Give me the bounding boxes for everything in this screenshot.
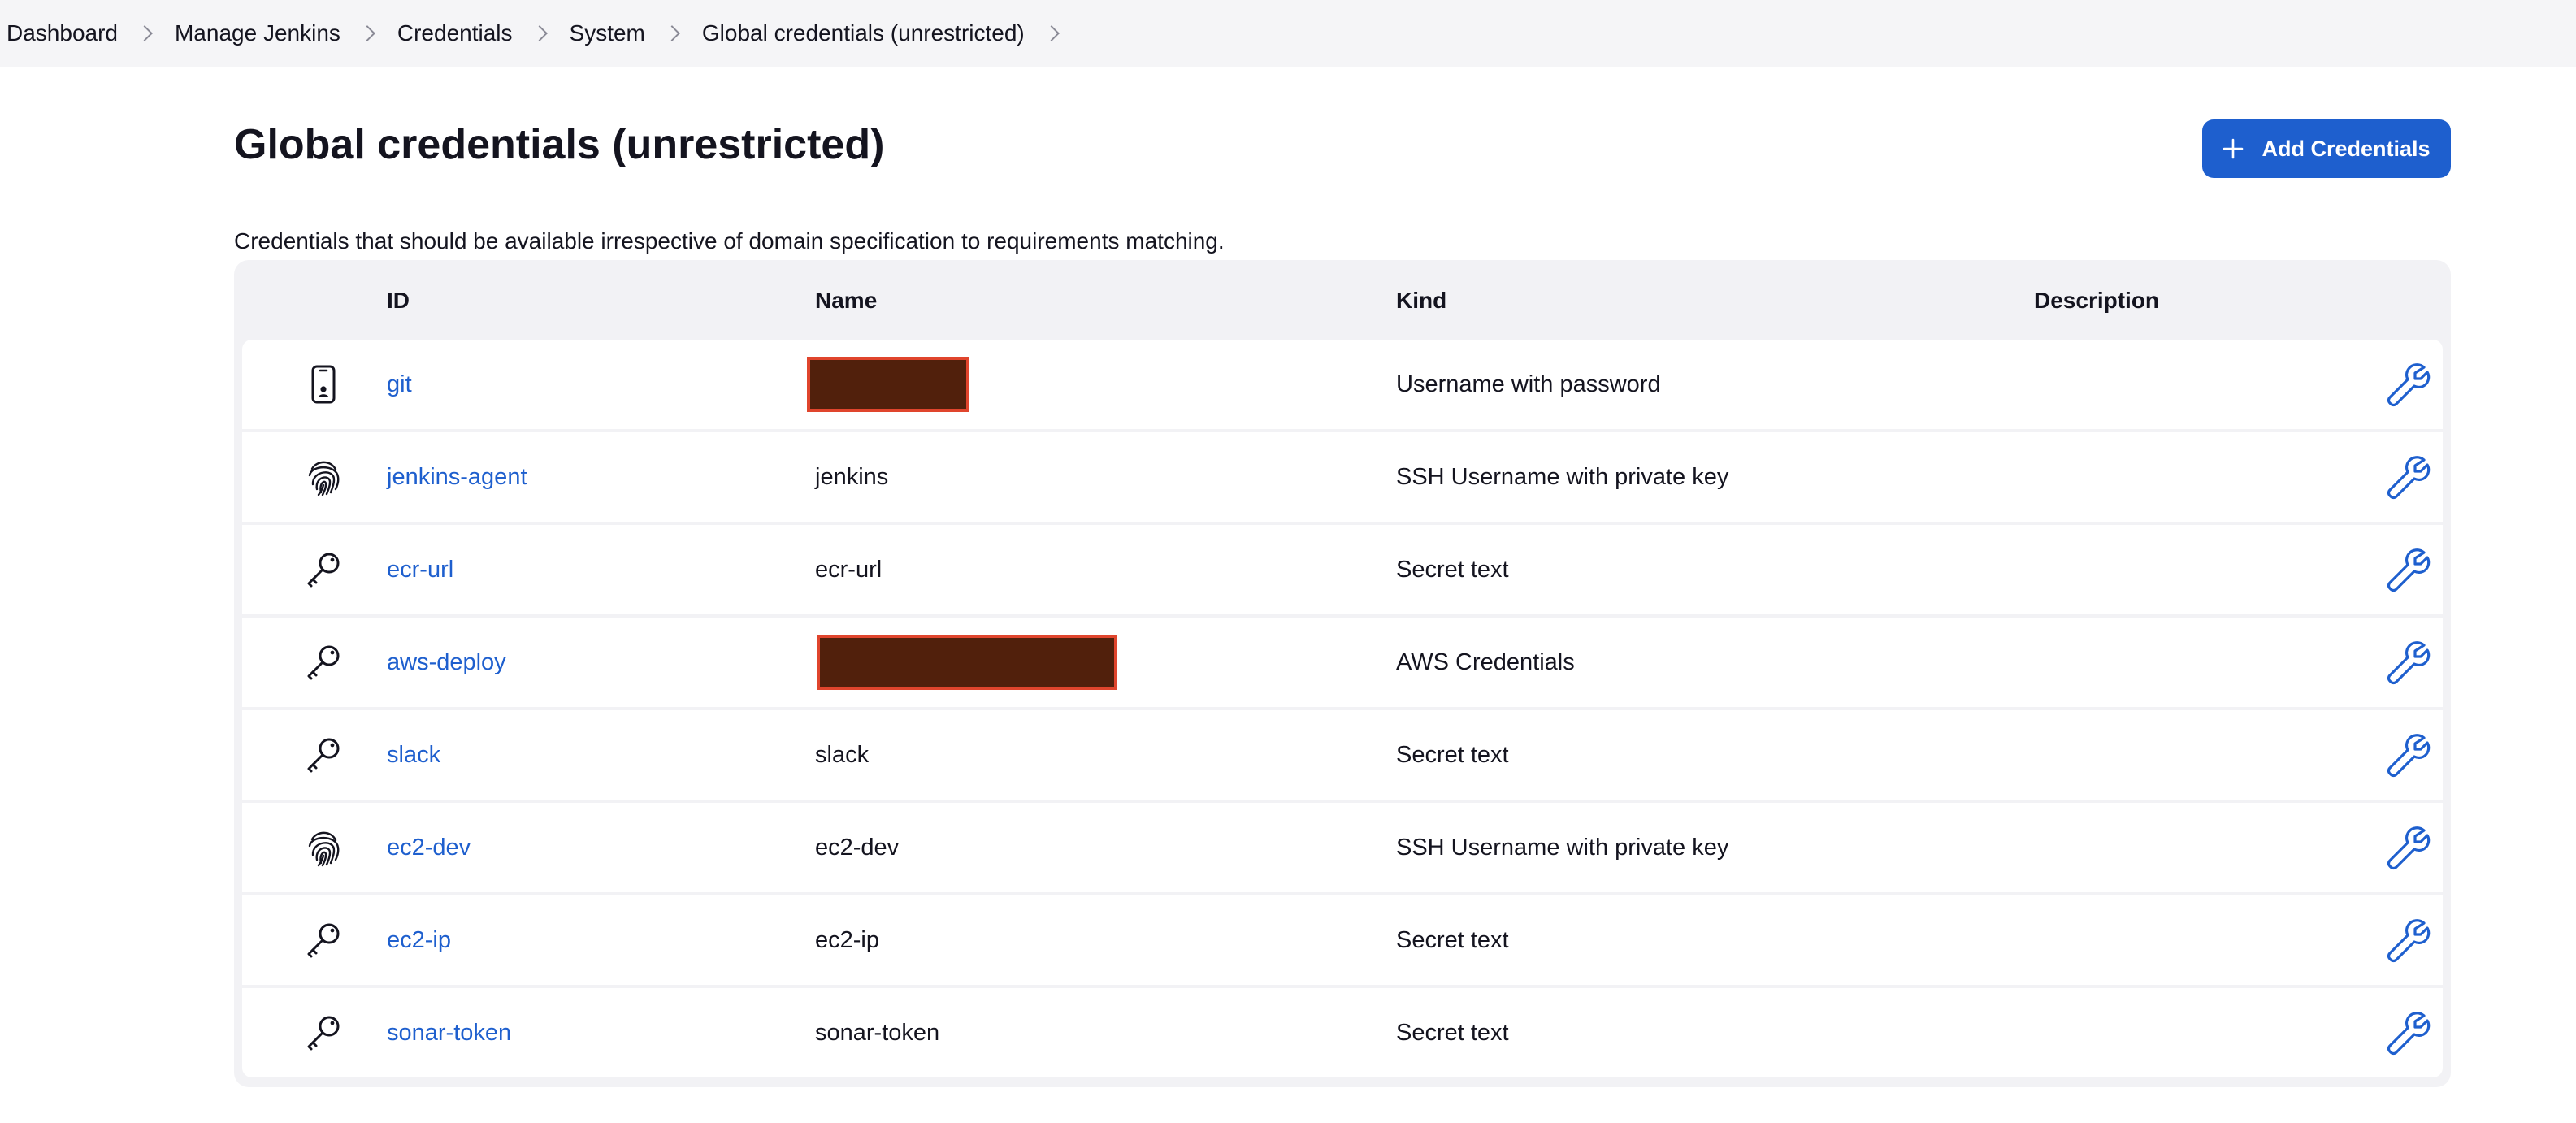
table-row: ec2-dev ec2-dev SSH Username with private … <box>242 803 2443 892</box>
chevron-right-icon[interactable] <box>137 25 153 41</box>
kind-cell: SSH Username with private key <box>1396 463 1729 490</box>
wrench-icon[interactable] <box>2379 618 2436 707</box>
chevron-right-icon[interactable] <box>358 25 375 41</box>
name-cell: sonar-token <box>815 1019 940 1046</box>
redacted-name <box>817 635 1117 690</box>
wrench-icon[interactable] <box>2379 340 2436 429</box>
id-cell: ec2-dev <box>387 803 471 892</box>
kind-cell: Secret text <box>1396 556 1509 583</box>
kind-cell: AWS Credentials <box>1396 648 1575 675</box>
plus-icon <box>2223 138 2244 159</box>
key-icon <box>299 710 348 800</box>
chevron-right-icon[interactable] <box>663 25 680 41</box>
key-icon <box>299 988 348 1077</box>
kind-cell: Username with password <box>1396 371 1661 397</box>
chevron-right-icon[interactable] <box>1043 25 1060 41</box>
table-row: jenkins-agent jenkins SSH Username with pr… <box>242 432 2443 522</box>
table-row: slack slack Secret text <box>242 710 2443 800</box>
chevron-right-icon[interactable] <box>531 25 548 41</box>
table-row: sonar-token sonar-token Secret text <box>242 988 2443 1077</box>
header-name[interactable]: Name <box>815 288 877 314</box>
wrench-icon[interactable] <box>2379 988 2436 1077</box>
breadcrumb: Dashboard Manage Jenkins Credentials Sys… <box>0 0 2576 67</box>
id-cell: sonar-token <box>387 988 511 1077</box>
header-kind[interactable]: Kind <box>1396 288 1446 314</box>
id-cell: ecr-url <box>387 525 453 614</box>
id-cell: jenkins-agent <box>387 432 527 522</box>
page-description: Credentials that should be available irr… <box>234 228 1225 254</box>
name-cell: ec2-ip <box>815 926 879 953</box>
key-icon <box>299 895 348 985</box>
kind-cell: Secret text <box>1396 926 1509 953</box>
breadcrumb-global-credentials[interactable]: Global credentials (unrestricted) <box>702 20 1025 46</box>
credential-id-link[interactable]: slack <box>387 742 440 769</box>
name-cell: ecr-url <box>815 556 883 583</box>
table-row: ecr-url ecr-url Secret text <box>242 525 2443 614</box>
wrench-icon[interactable] <box>2379 895 2436 985</box>
breadcrumb-credentials[interactable]: Credentials <box>397 20 513 46</box>
header-description[interactable]: Description <box>2034 288 2159 314</box>
kind-cell: Secret text <box>1396 1019 1509 1046</box>
credential-id-link[interactable]: git <box>387 371 412 398</box>
credential-id-link[interactable]: jenkins-agent <box>387 464 527 491</box>
credential-id-link[interactable]: ecr-url <box>387 557 453 583</box>
table-row: ec2-ip ec2-ip Secret text <box>242 895 2443 985</box>
add-credentials-label: Add Credentials <box>2262 136 2431 161</box>
fingerprint-icon <box>299 432 348 522</box>
breadcrumb-dashboard[interactable]: Dashboard <box>7 20 118 46</box>
breadcrumb-system[interactable]: System <box>570 20 645 46</box>
kind-cell: SSH Username with private key <box>1396 834 1729 861</box>
credential-id-link[interactable]: ec2-ip <box>387 927 451 954</box>
name-cell: slack <box>815 741 870 768</box>
id-cell: ec2-ip <box>387 895 451 985</box>
table-row: aws-deploy AWS Credentials <box>242 618 2443 707</box>
mobile-id-icon <box>299 340 348 429</box>
wrench-icon[interactable] <box>2379 710 2436 800</box>
wrench-icon[interactable] <box>2379 432 2436 522</box>
credential-id-link[interactable]: sonar-token <box>387 1020 511 1047</box>
name-cell <box>807 340 969 429</box>
table-header: ID Name Kind Description <box>234 260 2451 340</box>
credential-id-link[interactable]: aws-deploy <box>387 649 506 676</box>
name-cell: jenkins <box>815 463 889 490</box>
credential-id-link[interactable]: ec2-dev <box>387 835 471 861</box>
key-icon <box>299 525 348 614</box>
id-cell: aws-deploy <box>387 618 506 707</box>
add-credentials-button[interactable]: Add Credentials <box>2202 119 2451 178</box>
table-row: git Username with password <box>242 340 2443 429</box>
wrench-icon[interactable] <box>2379 525 2436 614</box>
key-icon <box>299 618 348 707</box>
header-id[interactable]: ID <box>387 288 410 314</box>
redacted-name <box>807 357 969 412</box>
kind-cell: Secret text <box>1396 741 1509 768</box>
id-cell: git <box>387 340 412 429</box>
name-cell: ec2-dev <box>815 834 900 861</box>
credentials-table: ID Name Kind Description git Username wit… <box>234 260 2451 1087</box>
name-cell <box>817 618 1117 707</box>
id-cell: slack <box>387 710 440 800</box>
wrench-icon[interactable] <box>2379 803 2436 892</box>
breadcrumb-manage-jenkins[interactable]: Manage Jenkins <box>175 20 340 46</box>
page-title: Global credentials (unrestricted) <box>234 121 885 168</box>
fingerprint-icon <box>299 803 348 892</box>
